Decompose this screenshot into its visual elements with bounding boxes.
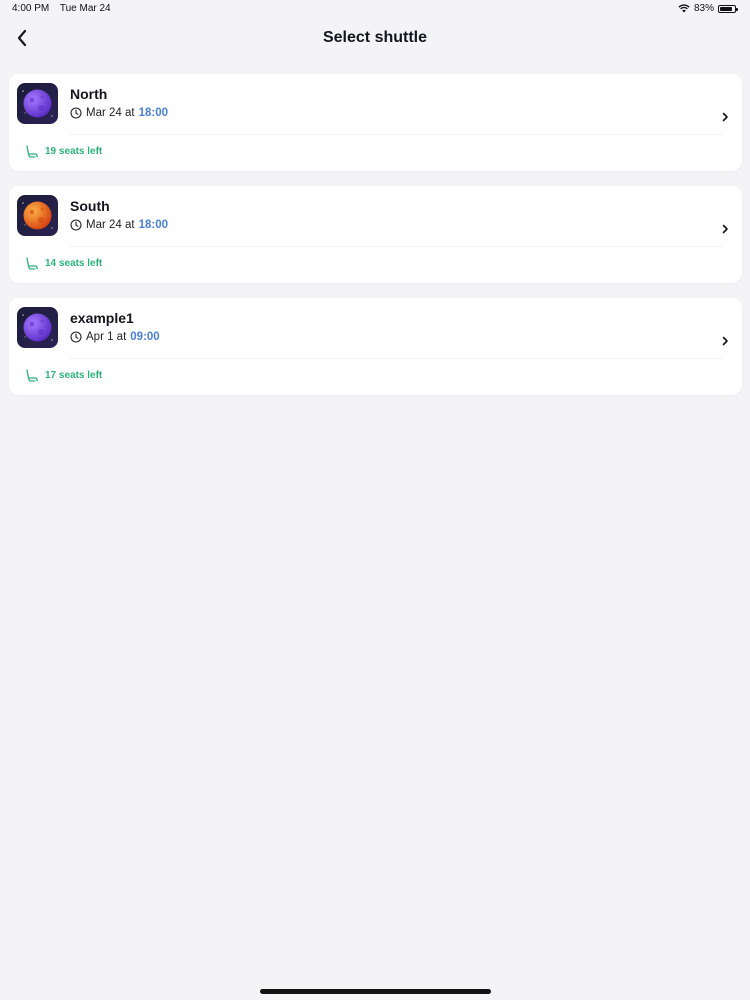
- status-time: 4:00 PM: [12, 3, 50, 14]
- planet-thumbnail: [17, 307, 58, 348]
- chevron-right-icon: [722, 224, 728, 234]
- status-left: 4:00 PM Tue Mar 24: [12, 3, 119, 14]
- shuttle-name: example1: [70, 310, 134, 326]
- departure-time: Mar 24 at 18:00: [70, 219, 168, 231]
- departure-hour: 09:00: [130, 331, 160, 343]
- planet-icon: [17, 83, 58, 124]
- seats-left: 17 seats left: [45, 370, 103, 381]
- card-divider: [70, 134, 722, 135]
- shuttle-card[interactable]: example1 Apr 1 at 09:00 17 seats left: [9, 298, 742, 395]
- chevron-right-icon: [722, 112, 728, 122]
- shuttle-card[interactable]: North Mar 24 at 18:00 19 seats left: [9, 74, 742, 171]
- seat-icon: [26, 369, 39, 382]
- status-bar: 4:00 PM Tue Mar 24 83%: [0, 0, 750, 18]
- departure-date: Mar 24 at: [86, 219, 135, 231]
- wifi-icon: [678, 4, 690, 13]
- battery-percent: 83%: [693, 3, 714, 14]
- battery-icon: [718, 4, 738, 13]
- clock-icon: [70, 331, 82, 343]
- seats-left: 14 seats left: [45, 258, 103, 269]
- seats-info: 19 seats left: [25, 145, 102, 158]
- page-title: Select shuttle: [322, 29, 428, 46]
- seat-icon: [26, 257, 39, 270]
- departure-date: Mar 24 at: [86, 107, 135, 119]
- shuttle-list: North Mar 24 at 18:00 19 seats left Sout…: [9, 74, 742, 410]
- departure-hour: 18:00: [138, 107, 168, 119]
- chevron-right-icon: [722, 336, 728, 346]
- status-date: Tue Mar 24: [59, 3, 111, 14]
- planet-icon: [17, 307, 58, 348]
- planet-thumbnail: [17, 83, 58, 124]
- clock-icon: [70, 107, 82, 119]
- seats-left: 19 seats left: [45, 146, 103, 157]
- shuttle-name: South: [70, 198, 110, 214]
- seat-icon: [26, 145, 39, 158]
- clock-icon: [70, 219, 82, 231]
- status-right: 83%: [678, 3, 738, 14]
- card-divider: [70, 246, 722, 247]
- departure-date: Apr 1 at: [86, 331, 127, 343]
- battery-level: [720, 6, 732, 11]
- shuttle-name: North: [70, 86, 108, 102]
- departure-hour: 18:00: [138, 219, 168, 231]
- planet-thumbnail: [17, 195, 58, 236]
- home-indicator[interactable]: [260, 989, 491, 994]
- card-divider: [70, 358, 722, 359]
- planet-icon: [17, 195, 58, 236]
- nav-bar: Select shuttle: [0, 24, 750, 54]
- shuttle-card[interactable]: South Mar 24 at 18:00 14 seats left: [9, 186, 742, 283]
- seats-info: 14 seats left: [25, 257, 102, 270]
- departure-time: Apr 1 at 09:00: [70, 331, 160, 343]
- departure-time: Mar 24 at 18:00: [70, 107, 168, 119]
- seats-info: 17 seats left: [25, 369, 102, 382]
